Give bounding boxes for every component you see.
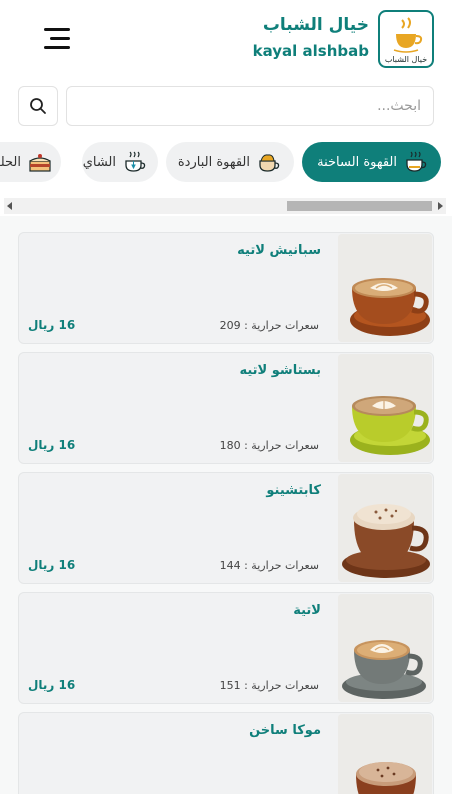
iced-coffee-icon: [256, 149, 282, 175]
calories-label: سعرات حرارية :: [244, 319, 319, 332]
brand-logo[interactable]: خيال الشباب: [378, 10, 434, 68]
product-card[interactable]: بستاشو لاتيه سعرات حرارية : 180 16 ريال: [18, 352, 434, 464]
category-tab-hot-coffee[interactable]: القهوة الساخنة: [302, 142, 441, 182]
product-card[interactable]: موكا ساخن: [18, 712, 434, 794]
product-image: [338, 234, 432, 342]
product-image: [338, 474, 432, 582]
scrollbar-thumb[interactable]: [287, 201, 432, 211]
product-image: [338, 354, 432, 462]
category-label: الشاي: [82, 154, 116, 170]
search-icon: [30, 98, 46, 114]
product-name: موكا ساخن: [249, 723, 321, 738]
product-name: بستاشو لاتيه: [239, 363, 321, 378]
hot-coffee-icon: [403, 149, 429, 175]
category-label: القهوة الساخنة: [317, 154, 397, 170]
search-input[interactable]: [66, 86, 434, 126]
category-scrollbar[interactable]: [4, 198, 446, 214]
scroll-left-arrow-icon[interactable]: [7, 202, 12, 210]
product-card[interactable]: كابتشينو سعرات حرارية : 144 16 ريال: [18, 472, 434, 584]
calories-label: سعرات حرارية :: [244, 439, 319, 452]
brand-name-english: kayal alshbab: [252, 42, 369, 60]
category-label: القهوة الباردة: [177, 154, 250, 170]
search-button[interactable]: [18, 86, 58, 126]
product-list: سبانيش لاتيه سعرات حرارية : 209 16 ريال …: [0, 216, 452, 794]
product-card[interactable]: لاتية سعرات حرارية : 151 16 ريال: [18, 592, 434, 704]
category-tab-iced-coffee[interactable]: القهوة الباردة: [166, 142, 294, 182]
category-tab-tea[interactable]: الشاي: [82, 142, 158, 182]
product-price: 16 ريال: [28, 558, 76, 572]
hamburger-menu-icon[interactable]: [40, 26, 70, 52]
calories-value: 209: [219, 319, 241, 332]
product-name: لاتية: [293, 603, 321, 618]
calories-label: سعرات حرارية :: [244, 679, 319, 692]
product-image: [338, 714, 432, 794]
brand-name: خيال الشباب kayal alshbab: [253, 14, 369, 62]
product-price: 16 ريال: [28, 678, 76, 692]
product-calories: سعرات حرارية : 144: [220, 559, 319, 572]
app-header: خيال الشباب خيال الشباب kayal alshbab: [0, 0, 452, 80]
product-image: [338, 594, 432, 702]
product-calories: سعرات حرارية : 180: [220, 439, 319, 452]
product-calories: سعرات حرارية : 151: [220, 679, 319, 692]
product-price: 16 ريال: [28, 438, 76, 452]
product-price: 16 ريال: [28, 318, 76, 332]
category-tabs: القهوة الساخنة القهوة الباردة الشاي الحل: [0, 142, 452, 184]
category-tab-desserts[interactable]: الحلويات: [0, 142, 61, 182]
scroll-right-arrow-icon[interactable]: [438, 202, 443, 210]
calories-label: سعرات حرارية :: [244, 559, 319, 572]
calories-value: 144: [219, 559, 241, 572]
product-name: سبانيش لاتيه: [237, 243, 321, 258]
category-label: الحلويات: [0, 154, 21, 170]
product-card[interactable]: سبانيش لاتيه سعرات حرارية : 209 16 ريال: [18, 232, 434, 344]
calories-value: 180: [219, 439, 241, 452]
product-calories: سعرات حرارية : 209: [220, 319, 319, 332]
calories-value: 151: [219, 679, 241, 692]
search-bar: [18, 86, 434, 126]
tea-icon: [122, 149, 148, 175]
logo-caption: خيال الشباب: [384, 55, 428, 64]
brand-name-arabic: خيال الشباب: [262, 15, 369, 35]
product-name: كابتشينو: [266, 483, 321, 498]
cake-icon: [27, 149, 53, 175]
